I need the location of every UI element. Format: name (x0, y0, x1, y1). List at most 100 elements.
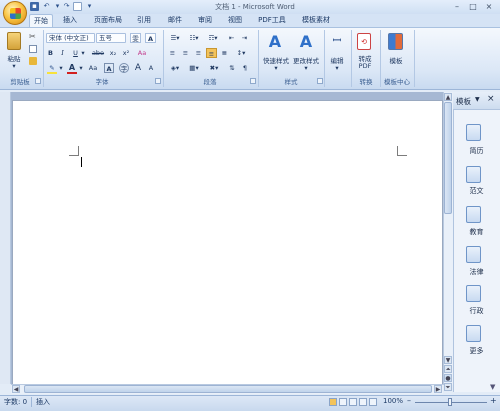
draft-view-icon[interactable] (369, 398, 377, 406)
task-pane-close-icon[interactable]: × (487, 94, 495, 104)
zoom-in-button[interactable]: + (490, 396, 497, 405)
show-marks-icon[interactable]: ¶ (240, 63, 250, 73)
outline-view-icon[interactable] (359, 398, 367, 406)
template-icon[interactable] (388, 33, 403, 50)
undo-icon[interactable]: ↶ (42, 2, 51, 11)
restore-button[interactable]: □ (466, 1, 480, 12)
convert-label-line2[interactable]: PDF (354, 62, 376, 70)
change-styles-dropdown-icon[interactable]: ▾ (302, 64, 310, 72)
numbering-button[interactable]: ☷▾ (186, 33, 202, 43)
customize-quick-access-icon[interactable]: ▾ (85, 2, 94, 11)
underline-button[interactable]: U (71, 48, 80, 58)
more-icon[interactable] (466, 325, 481, 342)
browse-object-icon[interactable]: ● (444, 374, 452, 382)
new-document-icon[interactable] (73, 2, 82, 11)
find-icon[interactable]: ꟷ (330, 33, 344, 49)
zoom-level[interactable]: 100% (383, 397, 403, 405)
minimize-button[interactable]: – (450, 1, 464, 12)
strikethrough-button[interactable]: abe (91, 48, 105, 58)
tab-view[interactable]: 视图 (223, 14, 247, 27)
print-layout-view-icon[interactable] (329, 398, 337, 406)
increase-indent-icon[interactable]: ⇥ (239, 33, 250, 43)
bullets-button[interactable]: ☰▾ (167, 33, 183, 43)
subscript-button[interactable]: x₂ (108, 48, 118, 58)
vertical-scroll-thumb[interactable] (444, 102, 452, 214)
undo-dropdown-icon[interactable]: ▾ (53, 2, 62, 11)
justify-icon[interactable]: ≡ (206, 48, 217, 58)
redo-icon[interactable]: ↷ (62, 2, 71, 11)
administration-icon[interactable] (466, 285, 481, 302)
full-screen-reading-view-icon[interactable] (339, 398, 347, 406)
convert-pdf-icon[interactable]: ⟲ (357, 33, 371, 50)
resume-icon[interactable] (466, 124, 481, 141)
highlight-dropdown-icon[interactable]: ▾ (58, 63, 64, 73)
template-item-law[interactable]: 法律 (455, 267, 498, 277)
tab-mailings[interactable]: 邮件 (163, 14, 187, 27)
enclose-characters-icon[interactable]: 字 (119, 63, 129, 73)
line-spacing-button[interactable]: ↕▾ (233, 48, 249, 58)
paste-icon[interactable] (7, 32, 21, 50)
character-shading-icon[interactable]: A (104, 63, 114, 73)
font-color-dropdown-icon[interactable]: ▾ (78, 63, 84, 73)
web-layout-view-icon[interactable] (349, 398, 357, 406)
tab-home[interactable]: 开始 (29, 14, 53, 27)
tab-references[interactable]: 引用 (132, 14, 156, 27)
borders-button[interactable]: ▦▾ (186, 63, 202, 73)
align-left-icon[interactable]: ≡ (167, 48, 178, 58)
template-item-more[interactable]: 更多 (455, 346, 498, 356)
scroll-right-icon[interactable]: ▶ (434, 385, 442, 393)
font-size-select[interactable]: 五号 (96, 33, 126, 43)
change-case-button[interactable]: Aa (87, 63, 99, 73)
horizontal-scroll-thumb[interactable] (24, 385, 432, 393)
save-icon[interactable]: ▪ (30, 2, 39, 11)
shading-button[interactable]: ◈▾ (167, 63, 183, 73)
copy-icon[interactable] (29, 45, 37, 53)
template-item-sample-essay[interactable]: 范文 (455, 186, 498, 196)
chinese-layout-button[interactable]: ✖▾ (206, 63, 222, 73)
scroll-up-icon[interactable]: ▲ (444, 93, 452, 101)
font-dialog-launcher[interactable] (155, 78, 161, 84)
styles-dialog-launcher[interactable] (317, 78, 323, 84)
paragraph-dialog-launcher[interactable] (250, 78, 256, 84)
template-label[interactable]: 模板 (384, 55, 408, 65)
previous-page-icon[interactable]: ⏶ (444, 365, 452, 373)
shrink-font-button[interactable]: A (146, 63, 156, 73)
word-count[interactable]: 字数: 0 (4, 397, 27, 407)
tab-template-materials[interactable]: 模板素材 (296, 14, 336, 27)
editing-dropdown-icon[interactable]: ▾ (333, 64, 341, 72)
paste-dropdown-icon[interactable]: ▾ (10, 62, 18, 70)
template-item-administration[interactable]: 行政 (455, 306, 498, 316)
quick-styles-dropdown-icon[interactable]: ▾ (272, 64, 280, 72)
decrease-indent-icon[interactable]: ⇤ (226, 33, 237, 43)
align-right-icon[interactable]: ≡ (193, 48, 204, 58)
task-pane-dropdown-icon[interactable]: ▼ (475, 96, 480, 103)
task-pane-scroll-down-icon[interactable]: ▼ (490, 384, 498, 391)
office-button[interactable] (3, 1, 27, 25)
superscript-button[interactable]: x² (121, 48, 131, 58)
change-styles-icon[interactable]: A (298, 33, 314, 51)
char-border-icon[interactable]: A (145, 33, 156, 43)
tab-review[interactable]: 审阅 (193, 14, 217, 27)
template-item-resume[interactable]: 简历 (455, 146, 498, 156)
cut-icon[interactable]: ✂ (29, 33, 37, 41)
align-center-icon[interactable]: ≡ (180, 48, 191, 58)
distributed-icon[interactable]: ≣ (219, 48, 230, 58)
tab-page-layout[interactable]: 页面布局 (88, 14, 128, 27)
zoom-slider-thumb[interactable] (448, 398, 452, 406)
grow-font-button[interactable]: A (133, 63, 143, 73)
document-page[interactable] (12, 100, 443, 385)
char-phonetic-icon[interactable]: 雯 (130, 33, 141, 43)
close-button[interactable]: × (482, 1, 496, 12)
insert-mode-indicator[interactable]: 插入 (36, 397, 50, 407)
template-item-education[interactable]: 教育 (455, 227, 498, 237)
multilevel-list-button[interactable]: ☶▾ (205, 33, 221, 43)
tab-insert[interactable]: 插入 (58, 14, 82, 27)
format-painter-icon[interactable] (29, 57, 37, 65)
quick-styles-icon[interactable]: A (267, 33, 283, 51)
scroll-left-icon[interactable]: ◀ (12, 385, 20, 393)
italic-button[interactable]: I (58, 48, 67, 58)
bold-button[interactable]: B (46, 48, 55, 58)
tab-pdf-tools[interactable]: PDF工具 (254, 14, 290, 27)
scroll-down-icon[interactable]: ▼ (444, 356, 452, 364)
font-name-select[interactable]: 宋体 (中文正) (46, 33, 95, 43)
